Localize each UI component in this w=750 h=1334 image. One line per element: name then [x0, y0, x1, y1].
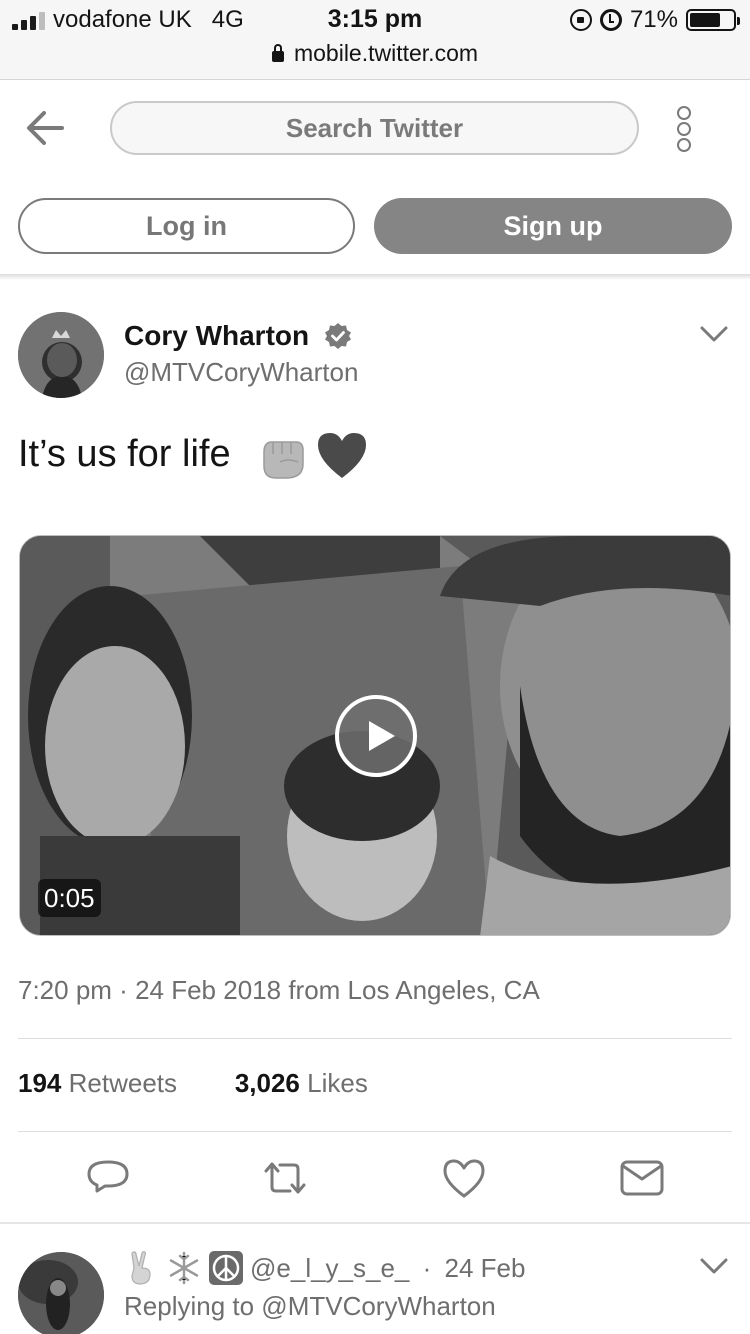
retweets-count[interactable]: 194: [18, 1068, 61, 1098]
battery-percent: 71%: [629, 6, 678, 33]
snowflake-icon: [169, 1251, 199, 1285]
reply-handle[interactable]: @e_l_y_s_e_: [250, 1253, 409, 1284]
from-label: from: [288, 975, 341, 1005]
retweets-label[interactable]: Retweets: [69, 1068, 177, 1098]
raised-fist-icon: [263, 441, 304, 479]
reply-header: @e_l_y_s_e_ · 24 Feb: [124, 1248, 525, 1288]
chevron-down-icon[interactable]: [698, 1254, 730, 1278]
author-name[interactable]: Cory Wharton: [124, 320, 309, 352]
replying-to-label[interactable]: Replying to @MTVCoryWharton: [124, 1291, 496, 1322]
tweet-metadata: 7:20 pm · 24 Feb 2018 from Los Angeles, …: [18, 975, 540, 1005]
video-duration: 0:05: [38, 879, 101, 917]
reply-avatar[interactable]: [18, 1252, 104, 1334]
alarm-icon: [599, 9, 622, 31]
chevron-down-icon[interactable]: [698, 322, 730, 346]
lock-icon: [271, 44, 284, 62]
reply-avatar-photo: [18, 1252, 104, 1334]
status-bar: vodafone UK 4G 3:15 pm mobile.twitter.co…: [0, 0, 750, 80]
divider: [18, 1131, 732, 1132]
peace-symbol-icon: [209, 1251, 243, 1285]
url-bar[interactable]: mobile.twitter.com: [0, 40, 750, 67]
verified-badge-icon: [325, 323, 351, 349]
tweet-text: It’s us for life: [18, 433, 231, 475]
status-icons: 71%: [569, 6, 740, 34]
play-button[interactable]: [335, 695, 417, 777]
divider: [18, 1038, 732, 1039]
message-icon[interactable]: [619, 1155, 665, 1201]
heart-icon: [318, 433, 366, 478]
vertical-dots-icon[interactable]: [677, 106, 693, 152]
avatar[interactable]: [18, 312, 104, 398]
likes-label[interactable]: Likes: [307, 1068, 368, 1098]
reply-date-separator: ·: [415, 1252, 439, 1283]
url-text: mobile.twitter.com: [293, 40, 479, 66]
tweet-time: 7:20 pm: [18, 975, 112, 1005]
reply-icon[interactable]: [85, 1155, 131, 1201]
login-button[interactable]: Log in: [18, 198, 355, 254]
tweet-date: 24 Feb 2018: [135, 975, 282, 1005]
arrow-left-icon[interactable]: [24, 108, 66, 148]
reply-date[interactable]: 24 Feb: [445, 1253, 526, 1284]
tweet-divider: [0, 1222, 750, 1224]
tweet-stats: 194 Retweets 3,026 Likes: [18, 1068, 368, 1099]
victory-hand-icon: [131, 1251, 151, 1285]
retweet-icon[interactable]: [262, 1155, 308, 1201]
search-input[interactable]: Search Twitter: [110, 101, 639, 155]
signup-button[interactable]: Sign up: [374, 198, 732, 254]
rotation-lock-icon: [569, 9, 592, 31]
avatar-illustration: [18, 312, 104, 398]
header-divider: [0, 274, 750, 280]
tweet-location[interactable]: Los Angeles, CA: [348, 975, 540, 1005]
like-icon[interactable]: [441, 1155, 487, 1201]
battery-icon: [686, 9, 740, 31]
likes-count[interactable]: 3,026: [235, 1068, 300, 1098]
author-handle[interactable]: @MTVCoryWharton: [124, 357, 358, 388]
